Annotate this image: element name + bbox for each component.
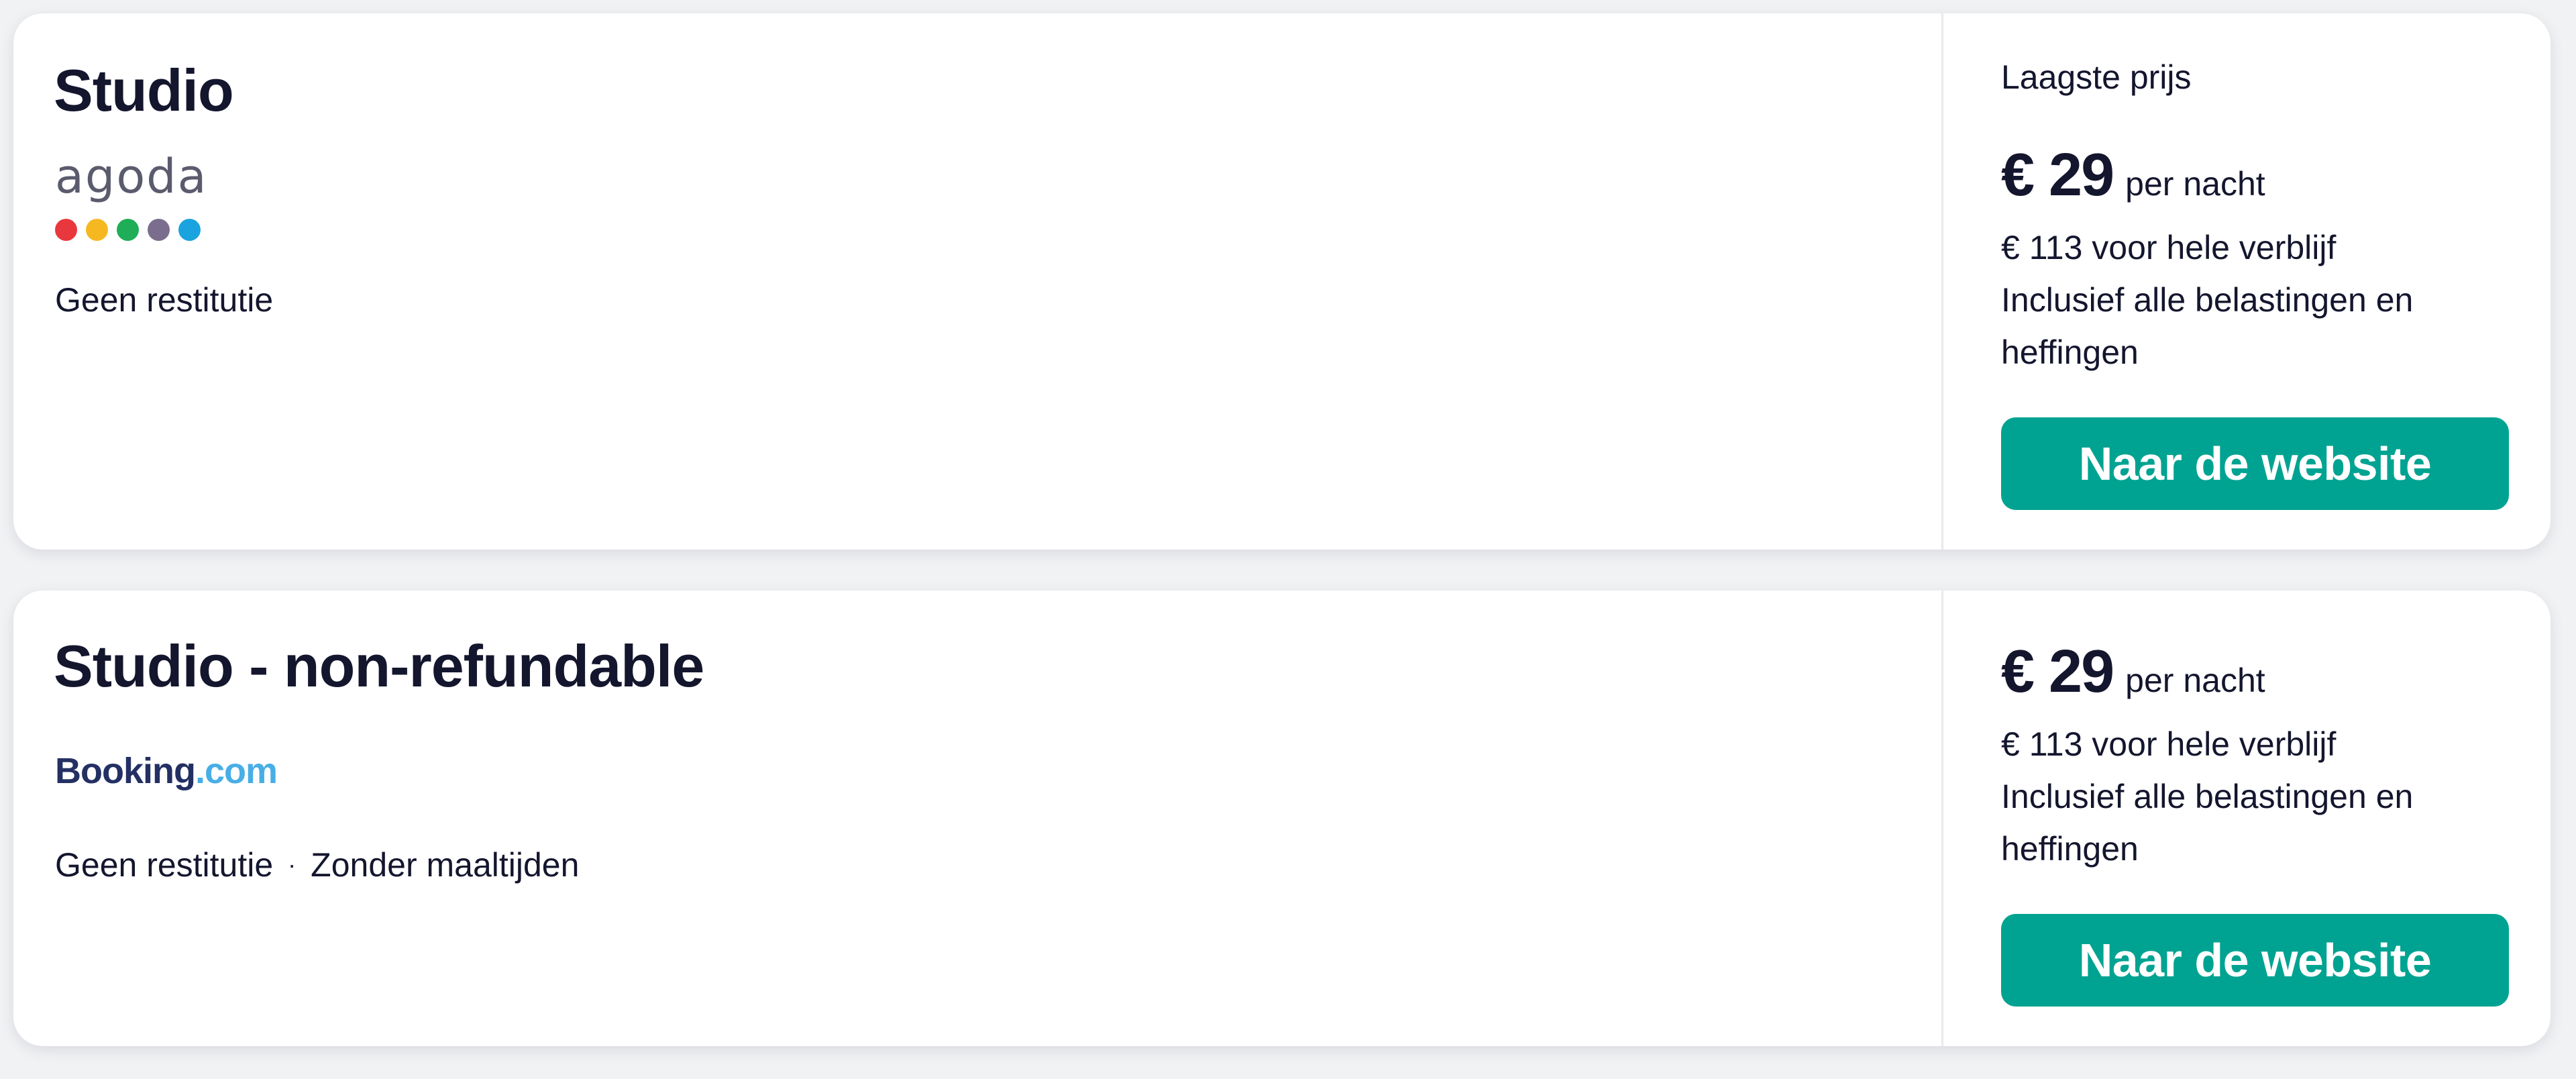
price-details: € 113 voor hele verblijf Inclusief alle … xyxy=(2001,718,2524,875)
price-amount: € 29 xyxy=(2001,638,2114,705)
offer-info: Studio - non-refundable Booking.com Geen… xyxy=(13,590,1941,1046)
offer-info: Studio agoda Geen restitutie xyxy=(13,13,1941,550)
price-unit: per nacht xyxy=(2125,662,2265,699)
price-panel: Laagste prijs € 29 per nacht € 113 voor … xyxy=(1941,13,2551,550)
total-price: € 113 voor hele verblijf xyxy=(2001,725,2337,763)
price-per-night: € 29 per nacht xyxy=(2001,637,2265,707)
price-unit: per nacht xyxy=(2125,165,2265,203)
feature-no-refund: Geen restitutie xyxy=(55,281,274,319)
feature-separator: · xyxy=(288,851,297,878)
taxes-note: Inclusief alle belastingen en heffingen xyxy=(2001,281,2414,371)
price-details: € 113 voor hele verblijf Inclusief alle … xyxy=(2001,221,2524,378)
room-title: Studio - non-refundable xyxy=(54,633,704,699)
price-panel: € 29 per nacht € 113 voor hele verblijf … xyxy=(1941,590,2551,1046)
booking-logo-part: Booking xyxy=(55,751,196,791)
offer-features: Geen restitutie xyxy=(55,280,273,319)
go-to-website-button[interactable]: Naar de website xyxy=(2001,417,2509,510)
price-amount: € 29 xyxy=(2001,142,2114,209)
room-title: Studio xyxy=(54,57,234,123)
offer-card: Studio agoda Geen restitutie Laagste pri… xyxy=(13,13,2551,550)
lowest-price-label: Laagste prijs xyxy=(2001,58,2192,96)
total-price: € 113 voor hele verblijf xyxy=(2001,229,2337,266)
feature-no-meals: Zonder maaltijden xyxy=(311,846,580,884)
taxes-note: Inclusief alle belastingen en heffingen xyxy=(2001,778,2414,868)
price-per-night: € 29 per nacht xyxy=(2001,141,2265,210)
agoda-dot xyxy=(117,219,139,241)
agoda-logo-wordmark: agoda xyxy=(55,149,208,204)
booking-logo-suffix: .com xyxy=(195,751,278,791)
agoda-logo: agoda xyxy=(55,153,216,254)
agoda-dot xyxy=(178,219,201,241)
booking-com-logo: Booking.com xyxy=(55,751,278,791)
go-to-website-button[interactable]: Naar de website xyxy=(2001,914,2509,1007)
agoda-logo-dots xyxy=(55,219,216,241)
feature-no-refund: Geen restitutie xyxy=(55,846,274,884)
agoda-dot xyxy=(148,219,170,241)
offer-card: Studio - non-refundable Booking.com Geen… xyxy=(13,590,2551,1046)
agoda-dot xyxy=(86,219,108,241)
offer-features: Geen restitutie · Zonder maaltijden xyxy=(55,845,579,884)
agoda-dot xyxy=(55,219,77,241)
